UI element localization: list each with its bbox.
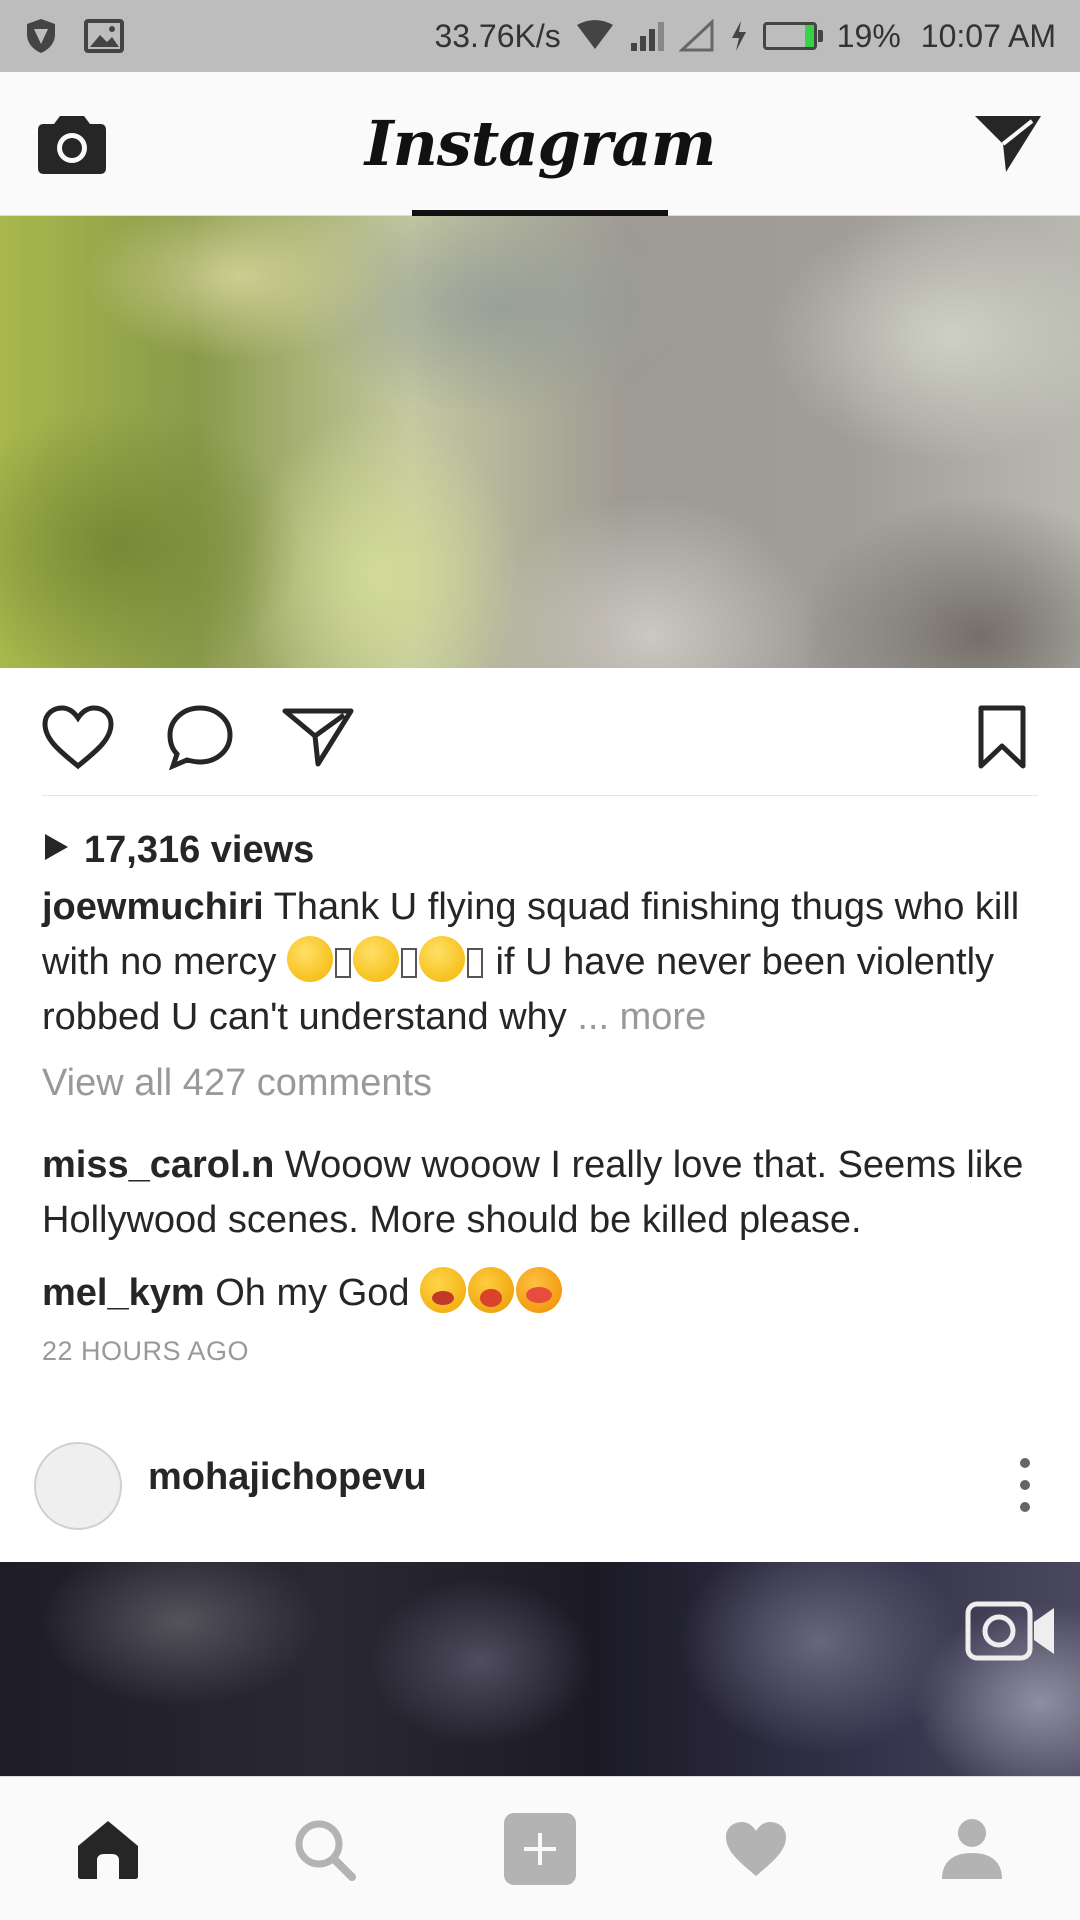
search-icon[interactable] (286, 1811, 362, 1887)
avatar[interactable] (34, 1442, 122, 1530)
post-caption: joewmuchiri Thank U flying squad finishi… (42, 880, 1042, 1045)
battery-percent: 19% (836, 17, 901, 54)
next-post-username[interactable]: mohajichopevu (148, 1456, 427, 1499)
comment-item: mel_kym Oh my God (42, 1266, 1042, 1321)
next-post-header: mohajichopevu (0, 1428, 1080, 1566)
video-camera-icon (964, 1598, 1058, 1664)
clock: 10:07 AM (920, 17, 1056, 54)
add-post-icon[interactable] (502, 1811, 578, 1887)
raised-hands-emoji-icon (286, 936, 333, 982)
view-count[interactable]: 17,316 views (42, 820, 314, 880)
battery-icon (762, 22, 823, 50)
bookmark-icon[interactable] (964, 702, 1040, 772)
comment-username[interactable]: miss_carol.n (42, 1144, 274, 1186)
comment-item: miss_carol.n Wooow wooow I really love t… (42, 1138, 1042, 1248)
camera-icon[interactable] (36, 112, 108, 176)
comment-text: Oh my God (215, 1272, 410, 1314)
signal-icon (629, 19, 665, 53)
home-icon[interactable] (70, 1811, 146, 1887)
instagram-logo[interactable]: Instagram (365, 98, 717, 188)
direct-message-icon[interactable] (972, 110, 1044, 176)
screaming-face-emoji-icon (468, 1267, 515, 1313)
caption-username[interactable]: joewmuchiri (42, 886, 264, 928)
share-icon[interactable] (280, 702, 356, 772)
status-bar: 33.76K/s 19% 10:07 AM (0, 0, 1080, 72)
post-timestamp: 22 HOURS AGO (42, 1336, 250, 1366)
more-vertical-icon[interactable] (1010, 1458, 1040, 1512)
views-label: 17,316 views (84, 828, 315, 871)
shield-icon (24, 17, 58, 55)
comment-icon[interactable] (162, 702, 238, 772)
post-action-row (0, 668, 1080, 796)
charging-icon (729, 19, 749, 53)
signal-empty-icon (678, 19, 715, 53)
caption-emojis (286, 936, 485, 983)
comment-username[interactable]: mel_kym (42, 1272, 205, 1314)
post-video[interactable] (0, 216, 1080, 668)
raised-hands-emoji-icon (352, 936, 399, 982)
play-icon (42, 829, 70, 872)
activity-heart-icon[interactable] (718, 1811, 794, 1887)
network-speed: 33.76K/s (434, 17, 561, 54)
missing-glyph-icon (400, 948, 417, 978)
profile-icon[interactable] (934, 1811, 1010, 1887)
image-icon (84, 19, 124, 53)
caption-ellipsis: ... (577, 996, 610, 1038)
bottom-navigation (0, 1776, 1080, 1920)
view-all-comments-link[interactable]: View all 427 comments (42, 1062, 432, 1105)
heart-icon[interactable] (40, 702, 116, 772)
next-post-video[interactable] (0, 1562, 1080, 1776)
action-divider (42, 795, 1038, 796)
caption-more-link[interactable]: more (620, 996, 707, 1038)
missing-glyph-icon (334, 948, 351, 978)
missing-glyph-icon (466, 948, 483, 978)
crying-face-emoji-icon (516, 1267, 563, 1313)
raised-hands-emoji-icon (418, 936, 465, 982)
top-app-bar: Instagram (0, 72, 1080, 216)
wifi-icon (575, 19, 615, 53)
fearful-face-emoji-icon (420, 1267, 467, 1313)
